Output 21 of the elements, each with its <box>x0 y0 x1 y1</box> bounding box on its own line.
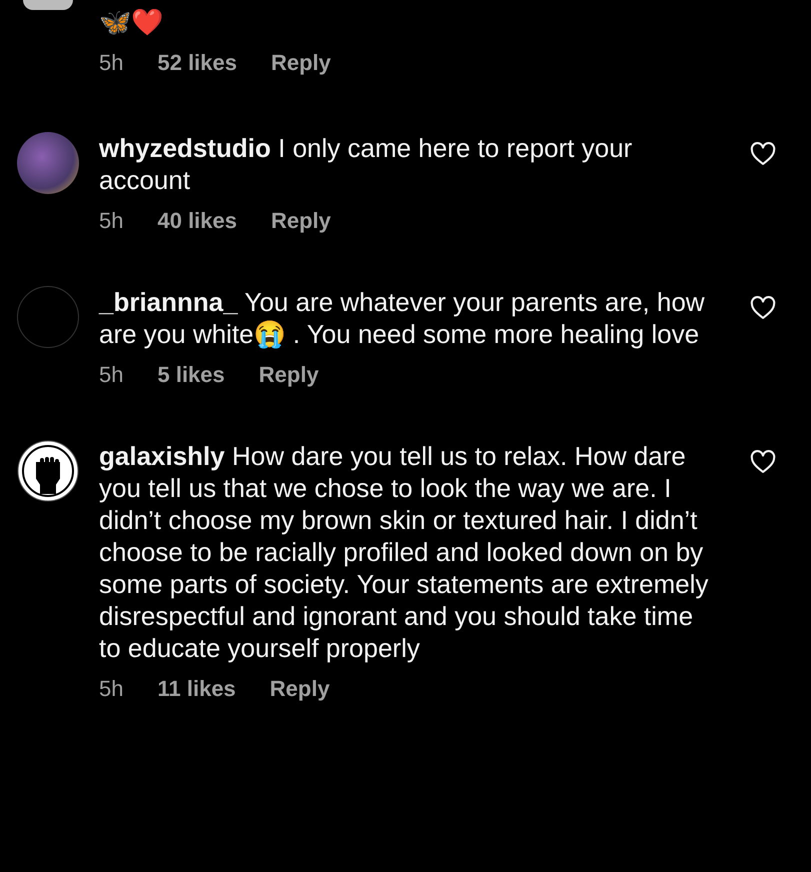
comment-text: whyzedstudio I only came here to report your account <box>99 132 634 196</box>
comment-text: 🦋❤ <box>99 6 164 38</box>
timestamp: 5h <box>99 362 124 388</box>
comment-text: galaxishly How dare you tell us to relax. How dare you tell us that we chose to look the way we are. I didn’t choose my brown skin or textured hair. I didn’t choose to be racially profiled and looked down on by some parts of society. Your statements are extremely disrespectful and ignorant and you should take time to educate yourself properly <box>99 440 709 664</box>
reply-button[interactable]: Reply <box>271 208 331 234</box>
reply-button[interactable]: Reply <box>270 676 330 702</box>
likes-link[interactable]: 40 likes <box>157 208 237 234</box>
reply-button[interactable]: Reply <box>271 50 331 76</box>
comment-text: _briannna_ You are whatever your parents are, how are you white😭 . You need some more healing love <box>99 286 706 350</box>
likes-link[interactable]: 5 likes <box>157 362 225 388</box>
likes-link[interactable]: 11 likes <box>157 676 236 702</box>
likes-link[interactable]: 52 likes <box>157 50 237 76</box>
fist-avatar-icon[interactable] <box>17 440 79 502</box>
heart-icon[interactable] <box>749 140 777 168</box>
timestamp: 5h <box>99 50 124 76</box>
timestamp: 5h <box>99 676 124 702</box>
timestamp: 5h <box>99 208 124 234</box>
heart-icon[interactable] <box>749 448 777 476</box>
heart-icon[interactable] <box>749 294 777 322</box>
avatar-photo-placeholder[interactable] <box>23 0 73 10</box>
reply-button[interactable]: Reply <box>258 362 319 388</box>
